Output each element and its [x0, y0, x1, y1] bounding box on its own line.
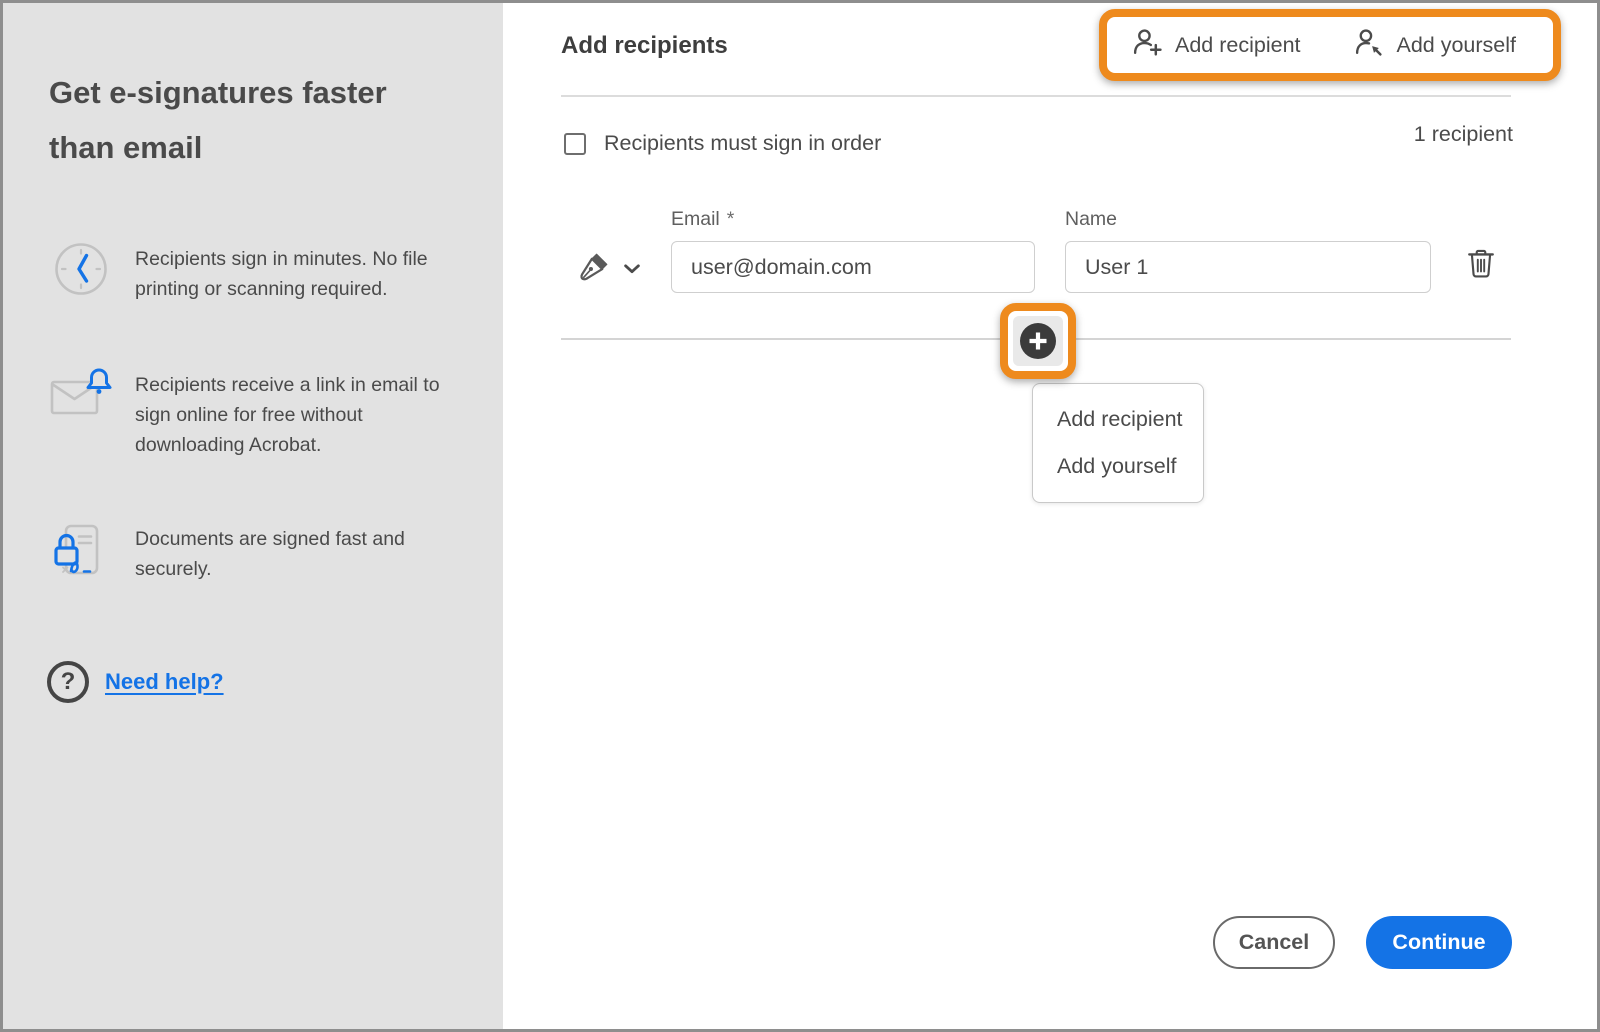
esign-dialog: Get e-signatures faster than email Recip… — [0, 0, 1600, 1032]
add-dropdown-menu: Add recipient Add yourself — [1032, 383, 1204, 503]
benefit-item-secure: Documents are signed fast and securely. — [49, 521, 469, 584]
recipient-count: 1 recipient — [1413, 122, 1513, 146]
header-actions-highlight: Add recipient Add yourself — [1099, 9, 1561, 81]
email-field[interactable] — [671, 241, 1035, 293]
clock-icon — [49, 241, 113, 297]
add-button-highlight — [1000, 303, 1076, 379]
secure-document-icon — [49, 521, 113, 579]
question-mark-icon: ? — [47, 661, 89, 703]
role-selector[interactable] — [575, 249, 640, 291]
header-divider — [561, 95, 1511, 97]
chevron-down-icon — [624, 261, 640, 279]
add-recipient-plus-button[interactable] — [1013, 316, 1063, 366]
add-recipient-label: Add recipient — [1175, 32, 1301, 57]
help-row: ? Need help? — [47, 661, 224, 703]
trash-icon — [1468, 249, 1494, 278]
plus-icon — [1020, 323, 1056, 359]
need-help-link[interactable]: Need help? — [105, 669, 224, 695]
benefit-item-sign-in-minutes: Recipients sign in minutes. No file prin… — [49, 241, 469, 304]
add-person-icon — [1131, 27, 1162, 64]
email-field-label: Email * — [671, 208, 734, 231]
benefit-item-email-link: Recipients receive a link in email to si… — [49, 367, 469, 460]
add-recipient-button[interactable]: Add recipient — [1131, 27, 1301, 64]
email-label-text: Email — [671, 208, 720, 230]
email-notification-icon — [49, 367, 113, 423]
required-marker: * — [726, 208, 735, 230]
continue-button[interactable]: Continue — [1366, 916, 1512, 969]
add-yourself-button[interactable]: Add yourself — [1353, 27, 1517, 64]
sign-in-order-label: Recipients must sign in order — [604, 131, 882, 155]
name-field[interactable] — [1065, 241, 1431, 293]
add-yourself-label: Add yourself — [1396, 32, 1517, 57]
benefit-text: Recipients sign in minutes. No file prin… — [135, 248, 428, 300]
pen-nib-icon — [575, 249, 612, 291]
sign-in-order-checkbox[interactable] — [564, 133, 586, 155]
benefit-text: Recipients receive a link in email to si… — [135, 374, 440, 456]
delete-recipient-button[interactable] — [1465, 248, 1497, 283]
info-sidebar: Get e-signatures faster than email Recip… — [3, 3, 503, 1029]
menu-item-add-recipient[interactable]: Add recipient — [1057, 407, 1203, 432]
person-arrow-icon — [1353, 27, 1384, 64]
name-field-label: Name — [1065, 208, 1118, 230]
page-title: Add recipients — [561, 32, 728, 59]
sidebar-heading: Get e-signatures faster than email — [49, 75, 387, 165]
menu-item-add-yourself[interactable]: Add yourself — [1057, 454, 1203, 479]
cancel-button[interactable]: Cancel — [1213, 916, 1335, 969]
benefit-text: Documents are signed fast and securely. — [135, 528, 405, 580]
